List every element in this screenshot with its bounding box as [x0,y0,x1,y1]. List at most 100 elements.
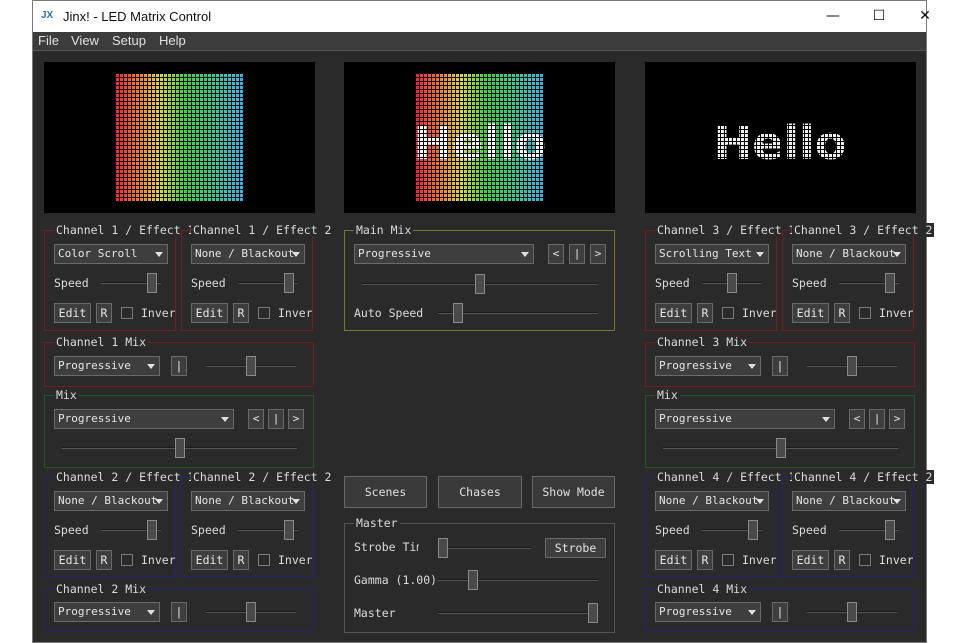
effect-select[interactable]: None / Blackout [54,491,168,511]
reset-button[interactable]: R [233,303,249,323]
reset-button[interactable]: R [697,550,713,570]
mix-slider[interactable] [807,356,897,376]
invert-checkbox[interactable] [121,554,133,566]
edit-button[interactable]: Edit [655,303,692,323]
slider-handle[interactable] [175,438,185,458]
reset-button[interactable]: R [834,550,850,570]
edit-button[interactable]: Edit [54,550,91,570]
reset-button[interactable]: R [697,303,713,323]
reset-button[interactable]: R [96,550,112,570]
slider-handle[interactable] [453,303,463,323]
auto-speed-slider[interactable] [438,303,598,323]
speed-slider[interactable] [238,520,298,540]
reset-button[interactable]: R [96,303,112,323]
prev-button[interactable]: < [248,409,264,429]
effect-select[interactable]: None / Blackout [792,491,906,511]
slider-handle[interactable] [748,520,758,540]
slider-handle[interactable] [147,520,157,540]
slider-handle[interactable] [776,438,786,458]
edit-button[interactable]: Edit [792,550,829,570]
slider-handle[interactable] [246,356,256,376]
slider-handle[interactable] [727,273,737,293]
mix-slider[interactable] [62,438,297,458]
invert-checkbox[interactable] [722,307,734,319]
close-button[interactable]: ✕ [902,1,948,32]
minimize-button[interactable]: — [810,1,856,32]
effect-select[interactable]: None / Blackout [191,244,305,264]
mix-mode-select[interactable]: Progressive [54,602,160,622]
slider-handle[interactable] [246,602,256,622]
main-mix-slider[interactable] [362,274,597,294]
pause-button[interactable]: | [772,356,788,376]
menu-view[interactable]: View [71,33,99,48]
invert-checkbox[interactable] [859,307,871,319]
edit-button[interactable]: Edit [655,550,692,570]
speed-slider[interactable] [101,273,161,293]
edit-button[interactable]: Edit [792,303,829,323]
reset-button[interactable]: R [233,550,249,570]
next-button[interactable]: > [288,409,304,429]
mix-slider[interactable] [206,356,296,376]
mix-mode-select[interactable]: Progressive [655,409,835,429]
mix-slider[interactable] [206,602,296,622]
pause-button[interactable]: | [171,356,187,376]
slider-handle[interactable] [885,273,895,293]
mix-slider[interactable] [663,438,898,458]
strobe-button[interactable]: Strobe [545,538,606,558]
speed-slider[interactable] [839,520,899,540]
speed-slider[interactable] [238,273,298,293]
edit-button[interactable]: Edit [191,303,228,323]
invert-checkbox[interactable] [258,307,270,319]
slider-handle[interactable] [847,602,857,622]
pause-button[interactable]: | [772,602,788,622]
effect-select[interactable]: None / Blackout [191,491,305,511]
slider-handle[interactable] [588,603,598,623]
slider-handle[interactable] [885,520,895,540]
slider-handle[interactable] [847,356,857,376]
reset-button[interactable]: R [834,303,850,323]
effect-select[interactable]: Color Scroll [54,244,168,264]
invert-checkbox[interactable] [121,307,133,319]
next-button[interactable]: > [889,409,905,429]
mix-mode-select[interactable]: Progressive [54,356,160,376]
speed-slider[interactable] [101,520,161,540]
effect-select[interactable]: Scrolling Text [655,244,769,264]
mix-mode-select[interactable]: Progressive [655,356,761,376]
slider-handle[interactable] [284,273,294,293]
slider-handle[interactable] [468,570,478,590]
pause-button[interactable]: | [569,244,585,264]
mix-mode-select[interactable]: Progressive [54,409,234,429]
effect-select[interactable]: None / Blackout [792,244,906,264]
show-mode-button[interactable]: Show Mode [532,476,615,508]
invert-checkbox[interactable] [722,554,734,566]
invert-checkbox[interactable] [859,554,871,566]
effect-select[interactable]: None / Blackout [655,491,769,511]
next-button[interactable]: > [590,244,606,264]
menu-setup[interactable]: Setup [112,33,146,48]
chases-button[interactable]: Chases [438,476,522,508]
slider-handle[interactable] [147,273,157,293]
scenes-button[interactable]: Scenes [344,476,427,508]
invert-checkbox[interactable] [258,554,270,566]
menu-help[interactable]: Help [159,33,186,48]
slider-handle[interactable] [475,274,485,294]
pause-button[interactable]: | [171,602,187,622]
slider-handle[interactable] [284,520,294,540]
pause-button[interactable]: | [869,409,885,429]
prev-button[interactable]: < [849,409,865,429]
maximize-button[interactable]: ☐ [856,1,902,32]
edit-button[interactable]: Edit [54,303,91,323]
prev-button[interactable]: < [548,244,564,264]
master-level-slider[interactable] [438,603,598,623]
slider-handle[interactable] [438,538,448,558]
pause-button[interactable]: | [268,409,284,429]
strobe-time-slider[interactable] [438,538,531,558]
mix-mode-select[interactable]: Progressive [655,602,761,622]
speed-slider[interactable] [839,273,899,293]
speed-slider[interactable] [702,273,762,293]
mix-mode-select[interactable]: Progressive [354,244,534,264]
menu-file[interactable]: File [38,33,59,48]
gamma-slider[interactable] [438,570,598,590]
mix-slider[interactable] [807,602,897,622]
speed-slider[interactable] [702,520,762,540]
